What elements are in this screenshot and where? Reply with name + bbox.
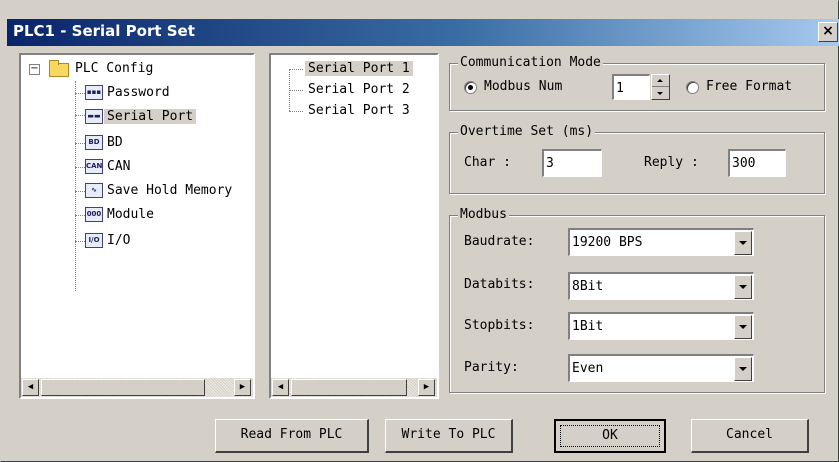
communication-mode-group: Communication Mode Modbus Num 1 Free For…: [449, 55, 825, 111]
modbus-num-radio[interactable]: [464, 81, 477, 94]
baudrate-value: 19200 BPS: [572, 235, 643, 250]
parity-select[interactable]: Even: [568, 354, 754, 382]
tree-item-serial-port-1[interactable]: Serial Port 1: [305, 59, 413, 79]
overtime-set-group: Overtime Set (ms) Char : 3 Reply : 300: [449, 124, 825, 194]
tree-item-label: Serial Port: [104, 109, 197, 124]
tree-item-label: Password: [107, 85, 170, 100]
collapse-icon: −: [30, 63, 39, 74]
bd-icon: BD: [85, 135, 103, 150]
io-icon: I/O: [85, 233, 103, 248]
tree-item-label: CAN: [107, 159, 131, 174]
spin-up-icon[interactable]: [652, 75, 669, 87]
read-from-plc-button[interactable]: Read From PLC: [215, 419, 369, 453]
collapse-toggle[interactable]: −: [29, 64, 40, 75]
close-icon: ×: [822, 23, 834, 39]
stopbits-label: Stopbits:: [464, 318, 535, 333]
scroll-right-button[interactable]: ▶: [234, 379, 251, 396]
scroll-left-button[interactable]: ◀: [272, 379, 289, 396]
chevron-down-icon[interactable]: [734, 231, 752, 255]
tree-item-label: PLC Config: [75, 61, 154, 76]
tree-item-label: Module: [107, 207, 154, 222]
tree-item-label: Serial Port 2: [308, 82, 410, 97]
module-icon: 000: [85, 207, 103, 222]
window-title: PLC1 - Serial Port Set: [13, 22, 195, 40]
tree-item-serial-port-3[interactable]: Serial Port 3: [308, 101, 410, 121]
free-format-radio[interactable]: [686, 81, 699, 94]
serial-port-set-dialog: PLC1 - Serial Port Set × − PLC Config ▪▪…: [0, 0, 839, 462]
tree-item-bd[interactable]: BD: [107, 133, 123, 153]
spin-down-icon[interactable]: [652, 88, 669, 100]
tree-guide-line: [75, 81, 76, 291]
tree-item-label: Serial Port 1: [305, 61, 413, 76]
chevron-down-icon[interactable]: [734, 357, 752, 381]
modbus-num-input[interactable]: 1: [612, 74, 650, 100]
databits-label: Databits:: [464, 277, 535, 292]
char-label: Char :: [464, 155, 511, 170]
reply-label: Reply :: [644, 155, 699, 170]
parity-label: Parity:: [464, 360, 519, 375]
config-tree-hscrollbar[interactable]: ◀ ▶: [21, 378, 253, 397]
scroll-left-button[interactable]: ◀: [22, 379, 39, 396]
tree-item-label: Serial Port 3: [308, 103, 410, 118]
tree-item-save-hold-memory[interactable]: Save Hold Memory: [107, 181, 232, 201]
title-bar[interactable]: PLC1 - Serial Port Set ×: [7, 19, 839, 46]
free-format-label: Free Format: [706, 79, 793, 94]
databits-select[interactable]: 8Bit: [568, 272, 754, 300]
password-icon: ▪▪▪: [85, 85, 103, 100]
tree-item-label: BD: [107, 135, 123, 150]
ok-button-label: OK: [560, 425, 660, 447]
chevron-down-icon[interactable]: [734, 315, 752, 339]
write-to-plc-button[interactable]: Write To PLC: [385, 419, 513, 453]
tree-item-io[interactable]: I/O: [107, 231, 130, 251]
databits-value: 8Bit: [572, 279, 604, 294]
cancel-button[interactable]: Cancel: [691, 419, 809, 453]
stopbits-select[interactable]: 1Bit: [568, 312, 754, 340]
parity-value: Even: [572, 361, 604, 376]
arrow-left-icon: ◀: [277, 382, 284, 392]
modbus-num-label: Modbus Num: [484, 79, 563, 94]
scroll-thumb[interactable]: [41, 379, 205, 396]
group-legend: Modbus: [458, 207, 509, 222]
tree-item-can[interactable]: CAN: [107, 157, 130, 177]
scroll-thumb[interactable]: [291, 379, 407, 396]
reply-input[interactable]: 300: [728, 149, 786, 177]
can-icon: CAN: [85, 159, 103, 174]
close-button[interactable]: ×: [818, 22, 838, 42]
tree-item-password[interactable]: Password: [107, 83, 170, 103]
group-legend: Communication Mode: [458, 55, 603, 70]
arrow-left-icon: ◀: [27, 382, 34, 392]
tree-item-module[interactable]: Module: [107, 205, 154, 225]
char-input[interactable]: 3: [542, 149, 602, 177]
modbus-group: Modbus Baudrate: 19200 BPS Databits: 8Bi…: [449, 207, 825, 393]
stopbits-value: 1Bit: [572, 319, 604, 334]
port-tree-hscrollbar[interactable]: ◀ ▶: [271, 378, 437, 397]
config-tree-panel[interactable]: − PLC Config ▪▪▪ Password ▬▬ Serial Port…: [19, 53, 255, 399]
tree-item-plc-config[interactable]: PLC Config: [75, 59, 153, 79]
save-hold-memory-icon: ∿: [85, 183, 103, 198]
serial-port-icon: ▬▬: [85, 109, 103, 124]
tree-item-serial-port[interactable]: Serial Port: [104, 107, 197, 127]
arrow-right-icon: ▶: [423, 382, 430, 392]
modbus-num-spinner[interactable]: [651, 74, 670, 100]
group-legend: Overtime Set (ms): [458, 124, 596, 139]
arrow-right-icon: ▶: [239, 382, 246, 392]
tree-item-label: I/O: [107, 233, 131, 248]
baudrate-label: Baudrate:: [464, 234, 535, 249]
folder-icon: [49, 60, 69, 77]
port-tree-panel[interactable]: Serial Port 1 Serial Port 2 Serial Port …: [269, 53, 439, 399]
baudrate-select[interactable]: 19200 BPS: [568, 228, 754, 256]
tree-item-label: Save Hold Memory: [107, 183, 233, 198]
chevron-down-icon[interactable]: [734, 275, 752, 299]
scroll-right-button[interactable]: ▶: [418, 379, 435, 396]
ok-button[interactable]: OK: [554, 419, 666, 453]
tree-item-serial-port-2[interactable]: Serial Port 2: [308, 80, 410, 100]
